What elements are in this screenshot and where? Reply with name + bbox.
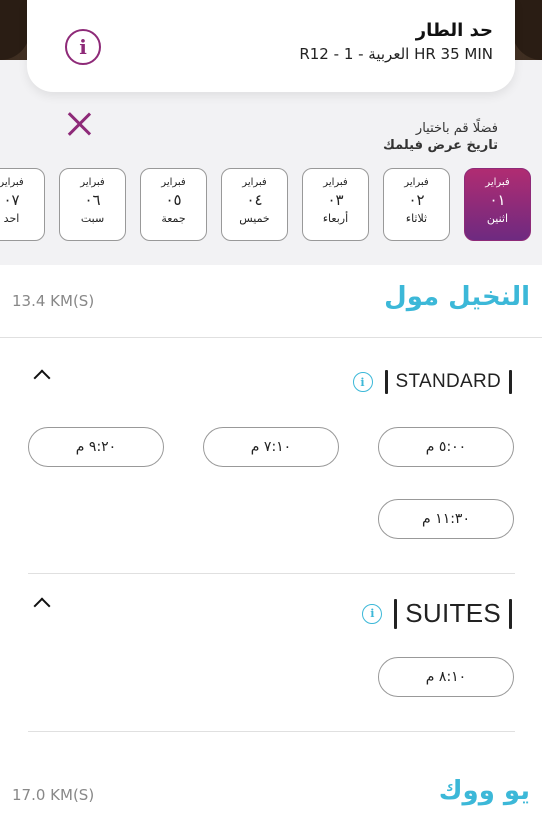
date-weekday: احد — [3, 212, 20, 225]
date-selector: فبراير ٠١ اثنين فبراير ٠٢ ثلاثاء فبراير … — [0, 168, 542, 242]
experience-label: i STANDARD — [352, 370, 512, 394]
info-icon[interactable]: i — [65, 29, 101, 65]
date-day: ٠٧ — [3, 191, 20, 209]
movie-meta: R12 - العربية - 1 HR 35 MIN — [299, 45, 493, 63]
experience-name: STANDARD — [395, 371, 501, 392]
date-chip-06[interactable]: فبراير ٠٦ سبت — [59, 168, 126, 241]
date-chip-01[interactable]: فبراير ٠١ اثنين — [464, 168, 531, 241]
bar-right — [509, 370, 512, 394]
info-icon[interactable]: i — [362, 603, 383, 624]
showtime-button[interactable]: ١١:٣٠ م — [378, 499, 514, 539]
experience-header-standard[interactable]: i STANDARD — [0, 362, 542, 402]
date-month: فبراير — [485, 177, 510, 188]
date-month: فبراير — [242, 177, 267, 188]
divider — [28, 573, 515, 574]
date-day: ٠١ — [489, 191, 506, 209]
cinema-distance: 13.4 KM(S) — [12, 292, 95, 310]
date-chip-02[interactable]: فبراير ٠٢ ثلاثاء — [383, 168, 450, 241]
cinema-row-nakheel[interactable]: النخيل مول 13.4 KM(S) — [0, 266, 542, 338]
date-weekday: سبت — [80, 212, 105, 225]
date-weekday: أربعاء — [322, 212, 349, 225]
experience-label: i SUITES — [362, 598, 512, 629]
bar-left — [394, 598, 398, 629]
date-day: ٠٣ — [327, 191, 344, 209]
date-prompt-line2: تاريخ عرض فيلمك — [383, 138, 498, 153]
date-month: فبراير — [404, 177, 429, 188]
date-month: فبراير — [80, 177, 105, 188]
info-icon[interactable]: i — [352, 372, 373, 392]
divider — [28, 731, 515, 732]
date-day: ٠٦ — [84, 191, 101, 209]
showtime-button[interactable]: ٧:١٠ م — [203, 427, 339, 467]
movie-info-card: i حد الطار R12 - العربية - 1 HR 35 MIN — [27, 0, 515, 92]
experience-name: SUITES — [405, 598, 501, 628]
divider — [0, 337, 542, 338]
movie-title: حد الطار — [415, 20, 493, 41]
bar-left — [384, 370, 388, 394]
cinema-row-u-walk[interactable]: يو ووك 17.0 KM(S) — [0, 760, 542, 831]
date-month: فبراير — [0, 177, 24, 188]
date-day: ٠٥ — [165, 191, 182, 209]
date-day: ٠٤ — [246, 191, 263, 209]
date-weekday: ثلاثاء — [405, 212, 428, 225]
showtime-button[interactable]: ٥:٠٠ م — [378, 427, 514, 467]
cinema-name: يو ووك — [438, 776, 530, 806]
date-month: فبراير — [161, 177, 186, 188]
experience-header-suites[interactable]: i SUITES — [0, 590, 542, 630]
date-prompt-line1: فضلًا قم باختيار — [415, 121, 498, 136]
bar-right — [509, 598, 512, 629]
chevron-up-icon[interactable] — [33, 369, 51, 387]
date-chip-04[interactable]: فبراير ٠٤ خميس — [221, 168, 288, 241]
date-chip-03[interactable]: فبراير ٠٣ أربعاء — [302, 168, 369, 241]
chevron-up-icon[interactable] — [33, 597, 51, 615]
date-weekday: خميس — [239, 212, 270, 225]
date-chip-05[interactable]: فبراير ٠٥ جمعة — [140, 168, 207, 241]
date-day: ٠٢ — [408, 191, 425, 209]
close-icon[interactable] — [66, 111, 92, 137]
date-prompt: فضلًا قم باختيار تاريخ عرض فيلمك — [383, 121, 498, 153]
date-chip-07[interactable]: فبراير ٠٧ احد — [0, 168, 45, 241]
showtime-button[interactable]: ٨:١٠ م — [378, 657, 514, 697]
date-weekday: اثنين — [486, 212, 509, 225]
cinema-name: النخيل مول — [384, 282, 530, 312]
date-month: فبراير — [323, 177, 348, 188]
showtime-button[interactable]: ٩:٢٠ م — [28, 427, 164, 467]
date-weekday: جمعة — [161, 212, 186, 225]
cinema-distance: 17.0 KM(S) — [12, 786, 95, 804]
